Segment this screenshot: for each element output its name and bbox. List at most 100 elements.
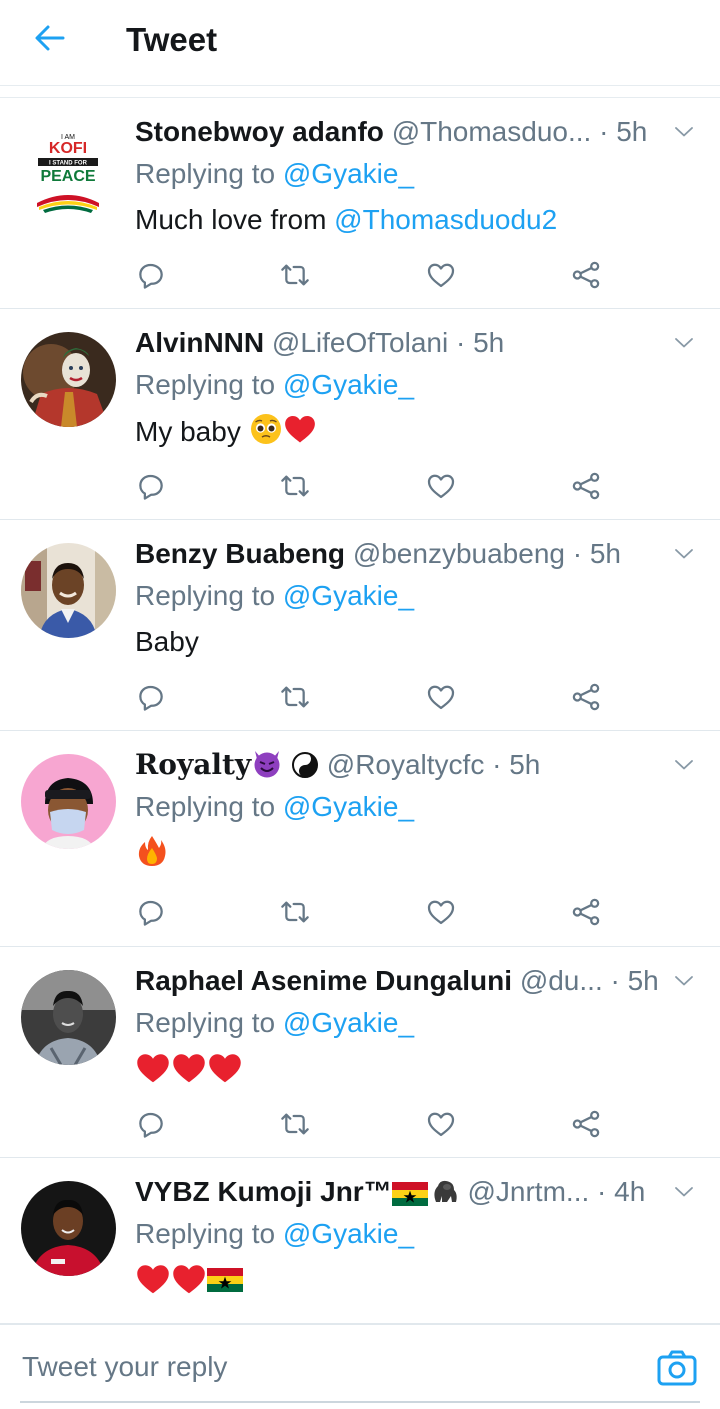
avatar[interactable] <box>21 970 116 1065</box>
display-name[interactable]: Stonebwoy adanfo <box>135 116 384 147</box>
tweet-menu-button[interactable] <box>670 753 698 777</box>
like-button[interactable] <box>424 680 458 714</box>
chevron-down-icon <box>670 331 698 355</box>
reply-input[interactable] <box>22 1347 642 1387</box>
avatar[interactable] <box>21 754 116 849</box>
avatar[interactable] <box>21 332 116 427</box>
tweet-menu-button[interactable] <box>670 542 698 566</box>
smiling-devil-emoji-icon <box>254 751 280 778</box>
mention-link[interactable]: @Thomasduodu2 <box>334 204 557 235</box>
replying-to-label: Replying to <box>135 1218 283 1249</box>
mention-link[interactable]: @Gyakie_ <box>283 158 414 189</box>
like-button[interactable] <box>424 1107 458 1141</box>
tweet-header: Raphael Asenime Dungaluni @du... · 5h <box>135 961 665 1001</box>
mention-link[interactable]: @Gyakie_ <box>283 580 414 611</box>
reply-button[interactable] <box>134 1107 168 1141</box>
tweet-item[interactable]: AlvinNNN @LifeOfTolani · 5h Replying to … <box>0 309 720 520</box>
reply-button[interactable] <box>134 258 168 292</box>
svg-text:I STAND FOR: I STAND FOR <box>49 161 88 167</box>
display-name[interactable]: Raphael Asenime Dungaluni <box>135 965 512 996</box>
separator-dot: · <box>492 749 510 780</box>
avatar[interactable] <box>21 543 116 638</box>
separator-dot: · <box>455 327 474 358</box>
display-name[interactable]: Royalty <box>135 748 251 781</box>
tweet-menu-button[interactable] <box>670 969 698 993</box>
tweet-menu-button[interactable] <box>670 1180 698 1204</box>
username[interactable]: @LifeOfTolani <box>272 327 448 358</box>
tweet-actions <box>0 258 720 292</box>
reply-button[interactable] <box>134 895 168 929</box>
timestamp[interactable]: 5h <box>628 965 659 996</box>
retweet-button[interactable] <box>278 258 312 292</box>
retweet-button[interactable] <box>278 1107 312 1141</box>
username[interactable]: @Jnrtm... <box>467 1176 589 1207</box>
tweet-actions <box>0 469 720 503</box>
share-button[interactable] <box>569 258 603 292</box>
replying-to-label: Replying to <box>135 791 283 822</box>
retweet-button[interactable] <box>278 469 312 503</box>
display-name[interactable]: VYBZ Kumoji Jnr™ <box>135 1176 392 1207</box>
camera-button[interactable] <box>656 1349 698 1387</box>
replying-to: Replying to @Gyakie_ <box>135 155 414 193</box>
username[interactable]: @Royaltycfc <box>327 749 485 780</box>
tweet-menu-button[interactable] <box>670 331 698 355</box>
display-name[interactable]: Benzy Buabeng <box>135 538 345 569</box>
reply-composer <box>0 1323 720 1409</box>
share-button[interactable] <box>569 680 603 714</box>
like-button[interactable] <box>424 895 458 929</box>
tweet-text-body: My baby <box>135 416 249 447</box>
replying-to: Replying to @Gyakie_ <box>135 577 414 615</box>
red-heart-emoji-icon <box>135 1050 171 1086</box>
retweet-icon <box>279 470 311 502</box>
page-title: Tweet <box>126 21 218 58</box>
mention-link[interactable]: @Gyakie_ <box>283 1007 414 1038</box>
replying-to-label: Replying to <box>135 369 283 400</box>
username[interactable]: @du... <box>520 965 603 996</box>
tweet-item[interactable]: Benzy Buabeng @benzybuabeng · 5h Replyin… <box>0 520 720 731</box>
like-button[interactable] <box>424 469 458 503</box>
retweet-button[interactable] <box>278 680 312 714</box>
timestamp[interactable]: 5h <box>616 116 647 147</box>
replying-to: Replying to @Gyakie_ <box>135 1215 414 1253</box>
tweet-item[interactable]: Royalty @Royaltycfc · 5h Replying to @Gy… <box>0 731 720 947</box>
mention-link[interactable]: @Gyakie_ <box>283 369 414 400</box>
tweet-text: Baby <box>135 623 199 661</box>
username[interactable]: @benzybuabeng <box>353 538 565 569</box>
comment-icon <box>135 681 167 713</box>
retweet-button[interactable] <box>278 895 312 929</box>
mention-link[interactable]: @Gyakie_ <box>283 791 414 822</box>
tweet-item[interactable]: Raphael Asenime Dungaluni @du... · 5h Re… <box>0 947 720 1158</box>
mention-link[interactable]: @Gyakie_ <box>283 1218 414 1249</box>
replying-to-label: Replying to <box>135 580 283 611</box>
arrow-left-icon <box>34 24 66 57</box>
comment-icon <box>135 896 167 928</box>
red-heart-emoji-icon <box>135 1261 171 1297</box>
camera-icon <box>657 1350 697 1386</box>
svg-text:PEACE: PEACE <box>40 168 95 185</box>
share-icon <box>570 470 602 502</box>
avatar[interactable] <box>21 1181 116 1276</box>
display-name[interactable]: AlvinNNN <box>135 327 264 358</box>
like-button[interactable] <box>424 258 458 292</box>
separator-dot: · <box>597 1176 615 1207</box>
share-button[interactable] <box>569 1107 603 1141</box>
tweet-item[interactable]: I AM KOFI I STAND FOR PEACE Stonebwoy ad… <box>0 98 720 309</box>
timestamp[interactable]: 5h <box>590 538 621 569</box>
replying-to: Replying to @Gyakie_ <box>135 788 414 826</box>
reply-button[interactable] <box>134 680 168 714</box>
share-button[interactable] <box>569 895 603 929</box>
chevron-down-icon <box>670 753 698 777</box>
timestamp[interactable]: 5h <box>509 749 540 780</box>
yin-yang-icon <box>291 752 318 778</box>
username[interactable]: @Thomasduo... <box>392 116 592 147</box>
red-heart-emoji-icon <box>171 1261 207 1297</box>
share-button[interactable] <box>569 469 603 503</box>
timestamp[interactable]: 5h <box>473 327 504 358</box>
replies-list: I AM KOFI I STAND FOR PEACE Stonebwoy ad… <box>0 98 720 1383</box>
reply-button[interactable] <box>134 469 168 503</box>
tweet-actions <box>0 895 720 929</box>
avatar[interactable]: I AM KOFI I STAND FOR PEACE <box>21 121 116 216</box>
back-button[interactable] <box>28 20 72 60</box>
timestamp[interactable]: 4h <box>614 1176 645 1207</box>
tweet-menu-button[interactable] <box>670 120 698 144</box>
